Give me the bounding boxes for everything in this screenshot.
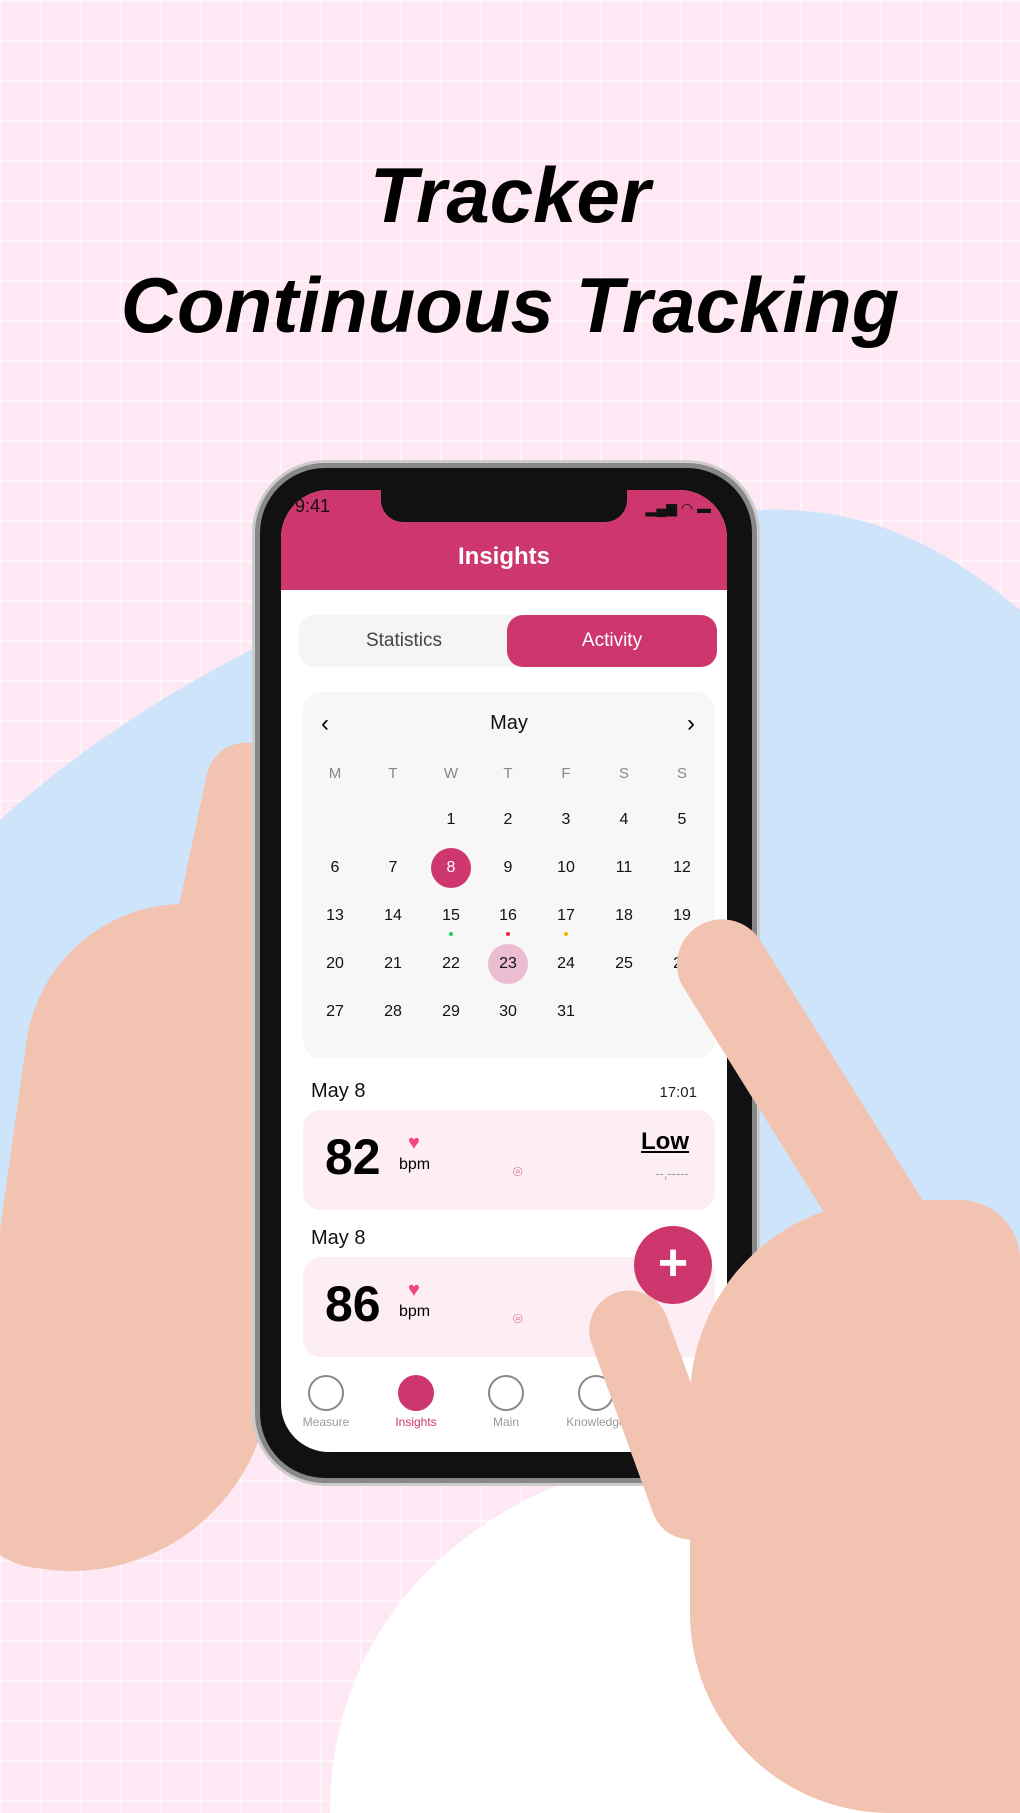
nav-insights[interactable]: Insights — [371, 1365, 461, 1429]
tab-activity[interactable]: Activity — [507, 615, 717, 667]
calendar-month: May — [490, 712, 528, 734]
bpm-value: 86 — [325, 1276, 381, 1332]
status-icons: ▂▄▆ ◠ ▬ — [645, 500, 711, 516]
calendar-day[interactable]: 14 — [373, 896, 413, 936]
calendar-day[interactable]: 5 — [662, 800, 702, 840]
add-record-button[interactable]: + — [634, 1226, 712, 1304]
weekday-label: T — [388, 765, 398, 782]
calendar-day[interactable]: 8 — [431, 848, 471, 888]
record-date: May 8 — [311, 1080, 366, 1102]
headline-line2: Continuous Tracking — [120, 261, 900, 349]
calendar-day[interactable]: 13 — [315, 896, 355, 936]
weekday-label: S — [676, 765, 687, 782]
bpm-value: 82 — [325, 1129, 381, 1185]
weekday-label: S — [618, 765, 629, 782]
page-title: Insights — [457, 543, 550, 570]
activity-dot — [506, 932, 510, 936]
bpm-unit: bpm — [399, 1303, 431, 1320]
header-bar: 9:41 ▂▄▆ ◠ ▬ Insights — [281, 490, 727, 590]
weekday-label: W — [443, 765, 459, 782]
calendar-day[interactable]: 22 — [431, 944, 471, 984]
bar-chart-icon — [398, 1375, 434, 1411]
calendar-day[interactable]: 10 — [546, 848, 586, 888]
bpm-unit: bpm — [399, 1156, 431, 1173]
calendar-day[interactable]: 17 — [546, 896, 586, 936]
headline-line1: Tracker — [369, 151, 651, 239]
calendar-day[interactable]: 1 — [431, 800, 471, 840]
calendar-day[interactable]: 9 — [488, 848, 528, 888]
calendar-day[interactable]: 23 — [488, 944, 528, 984]
calendar-day[interactable]: 2 — [488, 800, 528, 840]
calendar-day[interactable]: 28 — [373, 992, 413, 1032]
nav-main[interactable]: Main — [461, 1365, 551, 1429]
location-pin-icon: ⌾ — [513, 1311, 523, 1328]
record-card[interactable]: 82 ♥ bpm ⌾ Low --,----- — [303, 1110, 715, 1210]
calendar-day[interactable]: 31 — [546, 992, 586, 1032]
calendar-day[interactable]: 18 — [604, 896, 644, 936]
weekday-label: F — [561, 765, 571, 782]
calendar-day[interactable]: 6 — [315, 848, 355, 888]
activity-dot — [564, 932, 568, 936]
calendar-day[interactable]: 11 — [604, 848, 644, 888]
weekday-label: T — [503, 765, 513, 782]
status-time: 9:41 — [295, 496, 331, 516]
calendar-day[interactable]: 25 — [604, 944, 644, 984]
calendar-day[interactable]: 29 — [431, 992, 471, 1032]
calendar-day[interactable]: 7 — [373, 848, 413, 888]
calendar-day[interactable]: 16 — [488, 896, 528, 936]
heart-icon: ♥ — [408, 1132, 420, 1154]
location-text: --,----- — [655, 1166, 689, 1181]
calendar-day[interactable]: 27 — [315, 992, 355, 1032]
calendar-day[interactable]: 4 — [604, 800, 644, 840]
location-pin-icon: ⌾ — [513, 1164, 523, 1181]
weekday-label: M — [328, 765, 342, 782]
segmented-tabs: Statistics Activity — [299, 615, 717, 667]
nav-measure[interactable]: Measure — [281, 1365, 371, 1429]
tab-statistics[interactable]: Statistics — [299, 615, 509, 667]
record-date: May 8 — [311, 1227, 366, 1249]
calendar-day[interactable]: 3 — [546, 800, 586, 840]
chevron-right-icon[interactable]: › — [687, 710, 695, 738]
calendar-day[interactable]: 30 — [488, 992, 528, 1032]
calendar-day[interactable]: 21 — [373, 944, 413, 984]
calendar-day[interactable]: 12 — [662, 848, 702, 888]
grid-icon — [488, 1375, 524, 1411]
calendar-day[interactable]: 24 — [546, 944, 586, 984]
status-label: Low — [641, 1128, 689, 1155]
calendar: ‹ May › M T W T F S S 1 2 3 4 5 6 7 8 9 10 11 12 13 14 15 16 17… — [303, 692, 715, 1058]
calendar-day[interactable]: 15 — [431, 896, 471, 936]
notch — [381, 490, 627, 522]
activity-dot — [449, 932, 453, 936]
heart-icon: ♥ — [408, 1279, 420, 1301]
record-time: 17:01 — [659, 1084, 697, 1101]
calendar-day[interactable]: 20 — [315, 944, 355, 984]
heart-pulse-icon — [308, 1375, 344, 1411]
